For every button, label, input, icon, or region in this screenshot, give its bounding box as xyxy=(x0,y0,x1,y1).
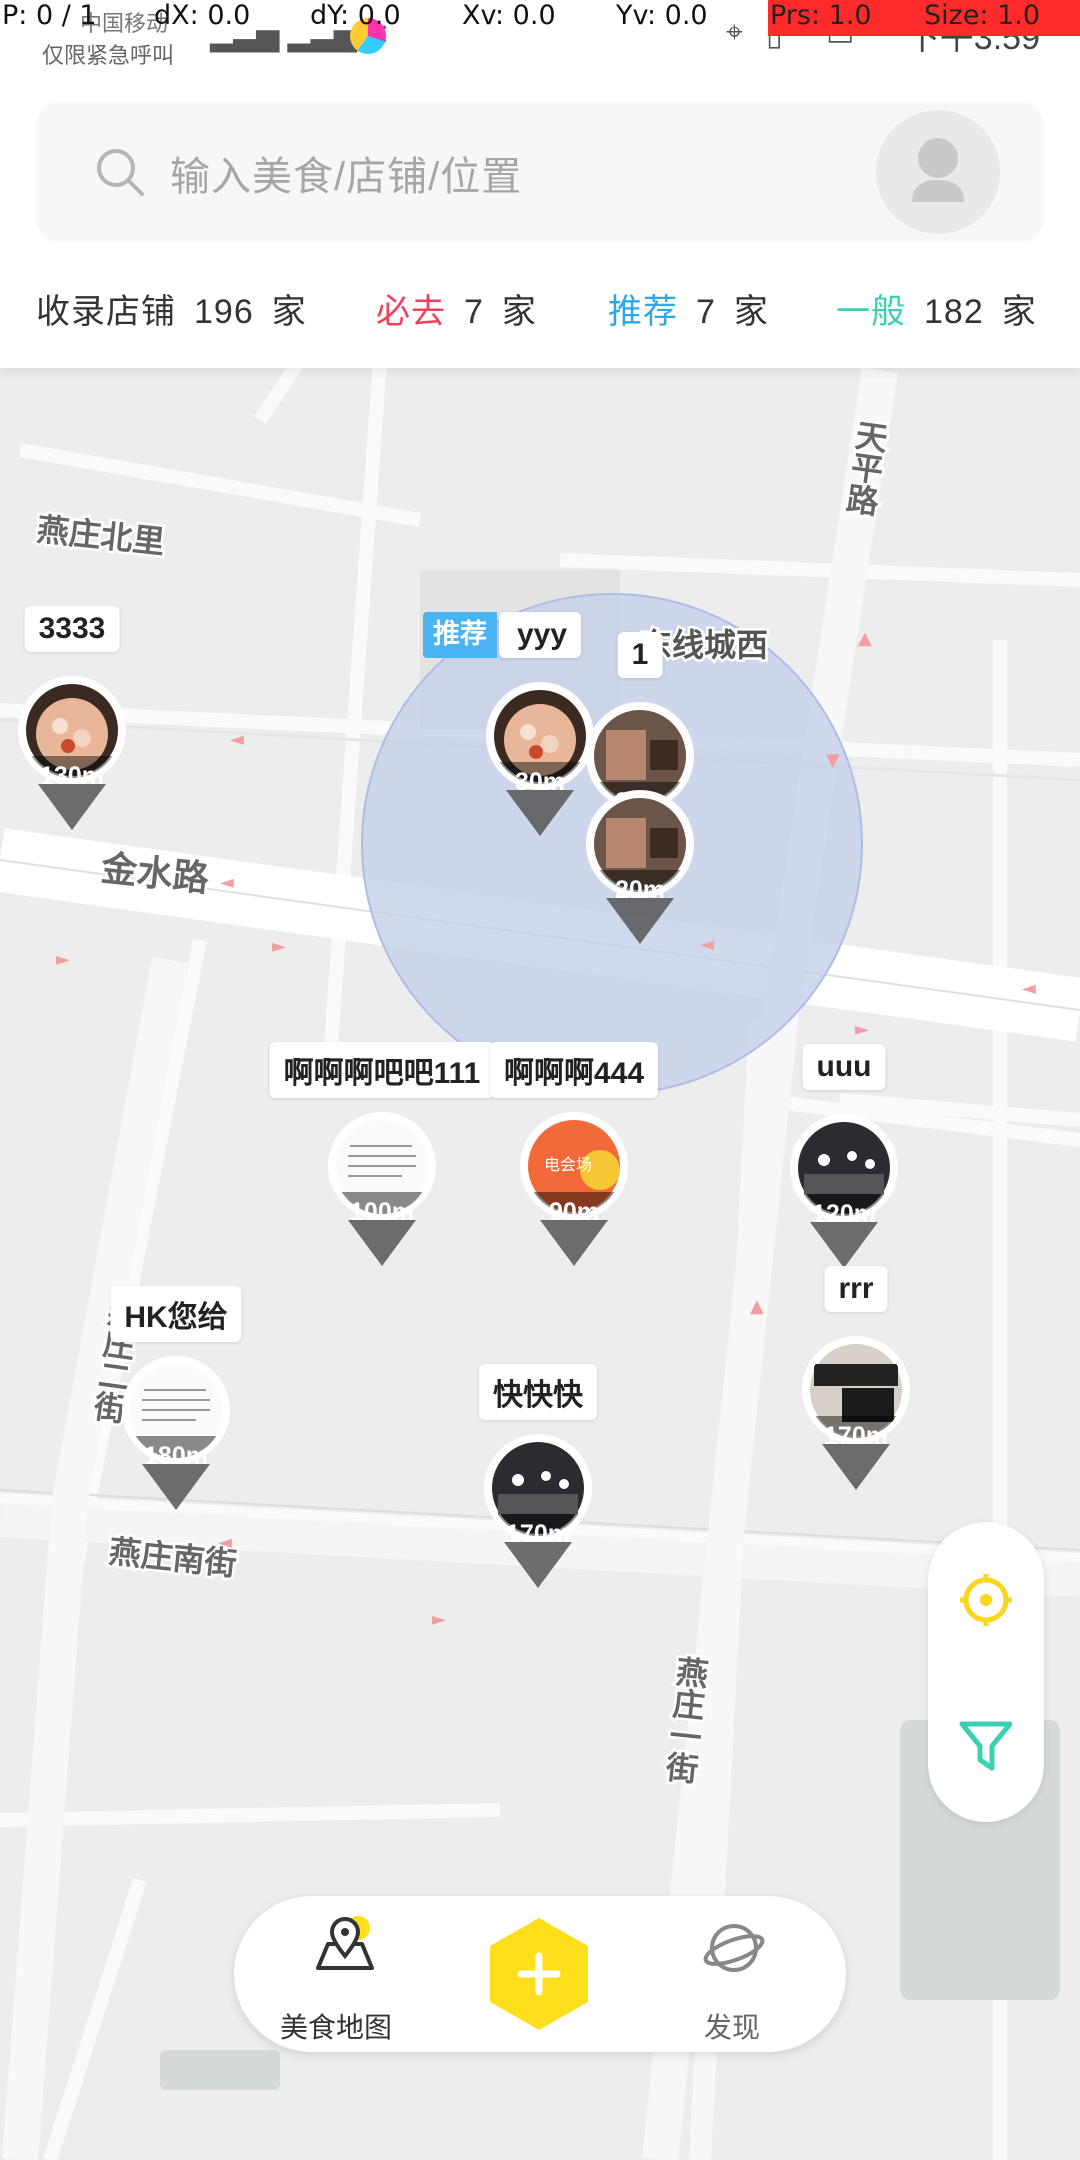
stat-recommend[interactable]: 推荐 7 家 xyxy=(608,284,769,333)
marker-name: 快快快 xyxy=(479,1364,597,1420)
svg-text:◄: ◄ xyxy=(230,729,244,750)
stat-must-go[interactable]: 必去 7 家 xyxy=(376,284,537,333)
bottom-nav: 美食地图 发现 xyxy=(234,1896,846,2052)
marker-distance: 20m xyxy=(614,876,666,904)
svg-text:►: ► xyxy=(855,1019,869,1040)
recommend-badge: 推荐 xyxy=(422,612,497,658)
debug-overlay: P: 0 / 1 dX: 0.0 dY: 0.0 Xv: 0.0 Yv: 0.0… xyxy=(0,0,1080,36)
stat-total: 收录店铺 196 家 xyxy=(36,293,307,331)
marker-distance: 130m xyxy=(40,762,104,790)
svg-text:▼: ▼ xyxy=(826,750,840,771)
marker-name: uuu xyxy=(802,1044,886,1090)
svg-text:◄: ◄ xyxy=(218,1532,232,1553)
nav-food-map[interactable]: 美食地图 xyxy=(280,1916,402,2043)
marker-photo xyxy=(570,778,710,948)
search-bar[interactable]: 输入美食/店铺/位置 xyxy=(36,102,1044,242)
marker-name: 啊啊啊444 xyxy=(489,1042,659,1098)
search-input[interactable]: 输入美食/店铺/位置 xyxy=(170,144,522,202)
map-pin-icon xyxy=(316,1916,374,1970)
marker-photo xyxy=(106,1344,246,1514)
marker-photo xyxy=(774,1102,914,1272)
marker-photo xyxy=(312,1100,452,1270)
marker-name: yyy 推荐 xyxy=(422,612,582,658)
svg-text:电会场: 电会场 xyxy=(544,1155,592,1174)
svg-text:◄: ◄ xyxy=(1022,978,1036,999)
marker-name: 啊啊啊吧吧111 xyxy=(269,1042,495,1098)
marker-name: 1 xyxy=(617,632,663,678)
marker-distance: 170m xyxy=(824,1422,888,1450)
marker-photo xyxy=(786,1324,926,1494)
marker-name: HK您给 xyxy=(110,1286,242,1342)
svg-text:►: ► xyxy=(56,949,70,970)
carrier-info: 中国移动 仅限紧急呼叫 xyxy=(42,12,175,69)
marker-distance: 100m xyxy=(350,1198,414,1226)
avatar[interactable] xyxy=(876,110,1000,234)
marker-distance: 170m xyxy=(506,1520,570,1548)
marker-photo: 电会场 xyxy=(504,1100,644,1270)
locate-icon[interactable] xyxy=(958,1572,1014,1628)
marker-distance: 180m xyxy=(144,1442,208,1470)
marker-photo xyxy=(2,664,142,834)
add-button[interactable] xyxy=(486,1916,592,2032)
svg-text:▲: ▲ xyxy=(858,628,872,649)
stat-normal[interactable]: 一般 182 家 xyxy=(836,284,1037,333)
planet-icon xyxy=(703,1924,765,1972)
svg-text:◄: ◄ xyxy=(220,872,234,893)
marker-photo xyxy=(468,1422,608,1592)
user-icon xyxy=(912,138,964,202)
svg-text:►: ► xyxy=(272,936,286,957)
marker-distance: 90m xyxy=(548,1198,600,1226)
search-icon xyxy=(97,149,144,196)
filter-icon[interactable] xyxy=(958,1718,1014,1774)
marker-name: rrr xyxy=(824,1266,888,1312)
svg-text:▲: ▲ xyxy=(750,1296,764,1317)
map-controls xyxy=(928,1522,1044,1822)
nav-discover[interactable]: 发现 xyxy=(674,1916,794,2043)
marker-name: 3333 xyxy=(24,606,120,652)
svg-text:►: ► xyxy=(432,1609,446,1630)
marker-distance: 120m xyxy=(812,1200,876,1228)
